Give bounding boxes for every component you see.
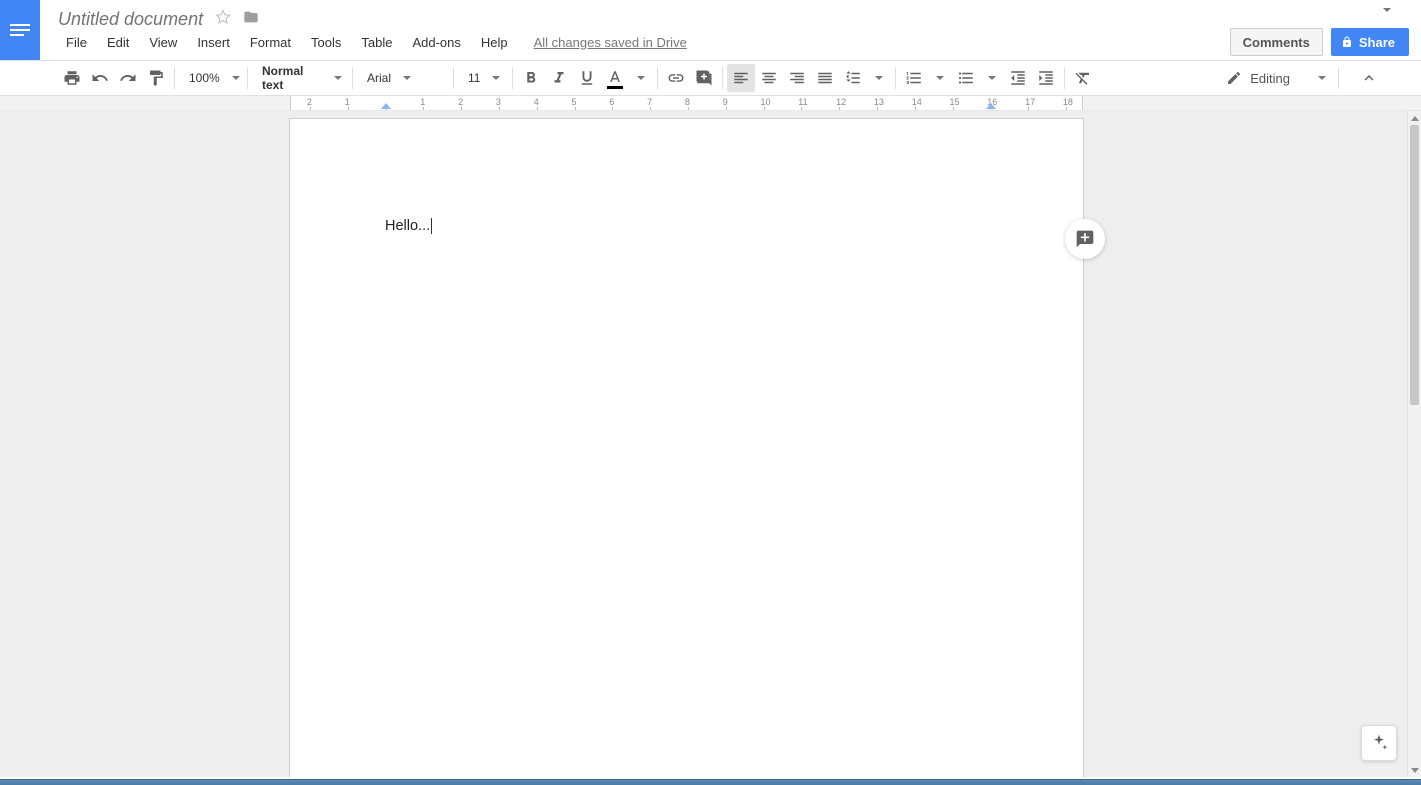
share-button[interactable]: Share [1331, 28, 1409, 56]
paint-format-button[interactable] [142, 64, 170, 92]
scroll-up-button[interactable] [1408, 111, 1421, 125]
docs-home-icon[interactable] [0, 0, 40, 60]
scroll-down-button[interactable] [1408, 763, 1421, 777]
more-menu-icon[interactable] [1383, 8, 1391, 12]
align-left-button[interactable] [727, 64, 755, 92]
add-comment-float-button[interactable] [1065, 219, 1105, 259]
paragraph-style-select[interactable]: Normal text [252, 64, 348, 92]
menu-table[interactable]: Table [353, 33, 400, 52]
explore-button[interactable] [1361, 725, 1397, 761]
move-folder-icon[interactable] [243, 9, 259, 30]
undo-button[interactable] [86, 64, 114, 92]
document-canvas[interactable]: Hello... [0, 111, 1407, 777]
scroll-thumb[interactable] [1410, 125, 1419, 405]
menu-format[interactable]: Format [242, 33, 299, 52]
bold-button[interactable] [517, 64, 545, 92]
font-select[interactable]: Arial [357, 64, 449, 92]
ruler-active-area[interactable]: 21123456789101112131415161718 [290, 96, 1083, 110]
font-size-select[interactable]: 11 [458, 64, 508, 92]
save-status[interactable]: All changes saved in Drive [534, 35, 687, 50]
decrease-indent-button[interactable] [1004, 64, 1032, 92]
window-bottom-border [0, 779, 1421, 785]
menubar: File Edit View Insert Format Tools Table… [58, 30, 1421, 54]
align-center-button[interactable] [755, 64, 783, 92]
lock-icon [1341, 35, 1353, 49]
line-spacing-button[interactable] [839, 64, 867, 92]
bulleted-list-button[interactable] [952, 64, 980, 92]
text-color-dropdown[interactable] [629, 76, 653, 80]
share-label: Share [1359, 35, 1395, 50]
horizontal-ruler[interactable]: 21123456789101112131415161718 [0, 96, 1421, 111]
align-right-button[interactable] [783, 64, 811, 92]
menu-tools[interactable]: Tools [303, 33, 349, 52]
menu-view[interactable]: View [141, 33, 185, 52]
collapse-toolbar-button[interactable] [1355, 64, 1383, 92]
add-comment-button[interactable] [690, 64, 718, 92]
editing-mode-label: Editing [1250, 71, 1290, 86]
document-page[interactable]: Hello... [290, 119, 1083, 777]
zoom-select[interactable]: 100% [179, 64, 243, 92]
align-justify-button[interactable] [811, 64, 839, 92]
text-color-indicator [607, 86, 623, 89]
text-cursor [431, 218, 432, 234]
menu-help[interactable]: Help [473, 33, 516, 52]
left-indent-marker[interactable] [381, 103, 391, 109]
pencil-icon [1226, 70, 1242, 86]
numbered-list-dropdown[interactable] [928, 76, 952, 80]
increase-indent-button[interactable] [1032, 64, 1060, 92]
explore-icon [1369, 733, 1389, 753]
comment-plus-icon [1075, 229, 1095, 249]
vertical-scrollbar[interactable] [1407, 111, 1421, 777]
star-icon[interactable] [215, 9, 231, 30]
menu-addons[interactable]: Add-ons [404, 33, 468, 52]
menu-insert[interactable]: Insert [189, 33, 238, 52]
right-indent-marker[interactable] [986, 103, 996, 109]
document-body-text[interactable]: Hello... [385, 216, 988, 238]
bulleted-list-dropdown[interactable] [980, 76, 1004, 80]
ruler-right-margin [1083, 96, 1421, 110]
print-button[interactable] [58, 64, 86, 92]
comments-button[interactable]: Comments [1230, 28, 1323, 56]
title-area: Untitled document File Edit View Insert … [40, 0, 1421, 60]
menu-edit[interactable]: Edit [99, 33, 137, 52]
insert-link-button[interactable] [662, 64, 690, 92]
clear-formatting-button[interactable] [1069, 64, 1097, 92]
header: Untitled document File Edit View Insert … [0, 0, 1421, 60]
text-color-button[interactable] [601, 64, 629, 92]
numbered-list-button[interactable] [900, 64, 928, 92]
document-title[interactable]: Untitled document [58, 9, 203, 30]
underline-button[interactable] [573, 64, 601, 92]
menu-file[interactable]: File [58, 33, 95, 52]
toolbar: 100% Normal text Arial 11 Editing [0, 60, 1421, 96]
redo-button[interactable] [114, 64, 142, 92]
italic-button[interactable] [545, 64, 573, 92]
editing-mode-select[interactable]: Editing [1218, 64, 1334, 92]
ruler-left-margin [0, 96, 290, 110]
line-spacing-dropdown[interactable] [867, 76, 891, 80]
